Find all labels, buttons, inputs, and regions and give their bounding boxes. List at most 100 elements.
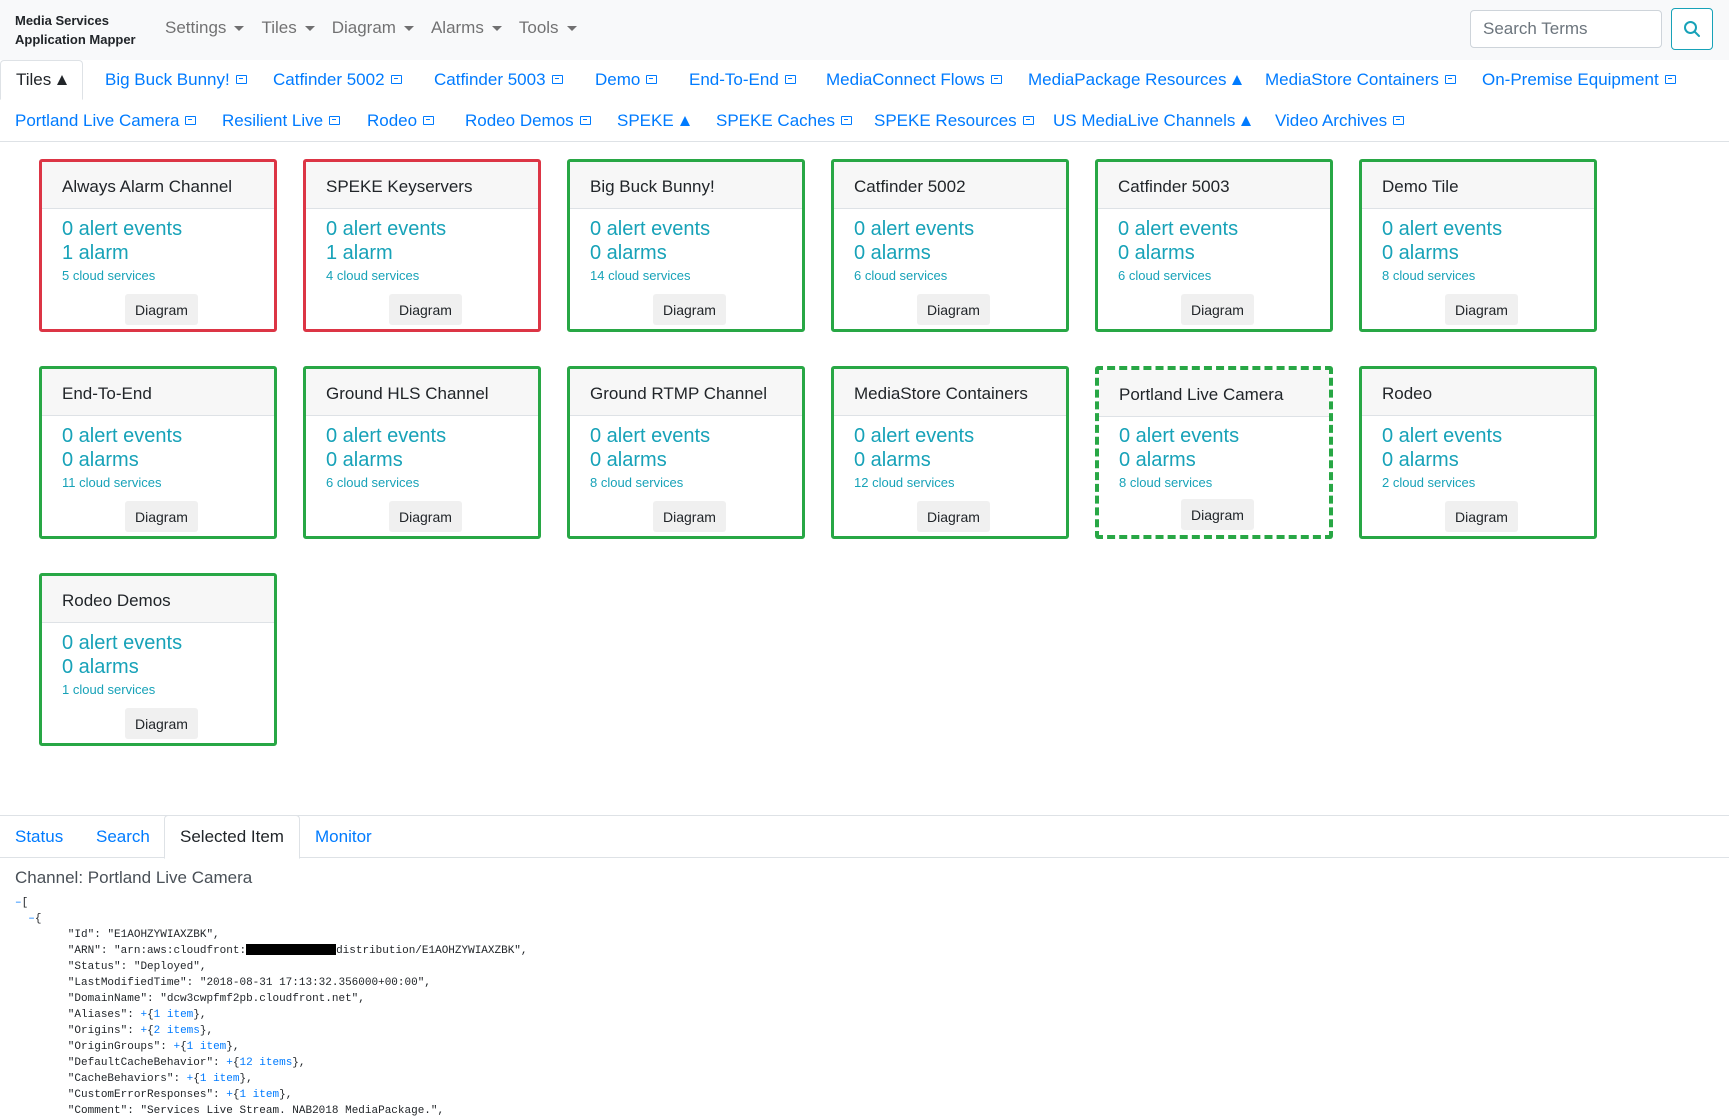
tab-catfinder-5002[interactable]: Catfinder 5002 [273,60,402,100]
json-value: "arn:aws:cloudfront: [114,945,247,957]
tile-catfinder-5002[interactable]: Catfinder 5002 0 alert events 0 alarms 6… [831,159,1069,332]
expand-toggle[interactable]: + [140,1025,147,1037]
tab-speke[interactable]: SPEKE [617,101,690,141]
tab-mediapackage-resources[interactable]: MediaPackage Resources [1028,60,1243,100]
diagram-button[interactable]: Diagram [653,501,726,532]
tab-rodeo-demos[interactable]: Rodeo Demos [465,101,591,141]
search-button[interactable] [1671,8,1713,50]
collapsed-count[interactable]: 12 items [239,1057,292,1069]
tab-label: Rodeo [367,111,418,130]
tab-rodeo[interactable]: Rodeo [367,101,435,141]
tab-demo[interactable]: Demo [595,60,658,100]
tile-alarms: 0 alarms [62,449,139,471]
menu-tiles[interactable]: Tiles [261,18,315,38]
diagram-icon [235,74,247,84]
tab-video-archives[interactable]: Video Archives [1275,101,1405,141]
tile-rodeo-demos[interactable]: Rodeo Demos 0 alert events 0 alarms 1 cl… [39,573,277,746]
tab-resilient-live[interactable]: Resilient Live [222,101,341,141]
collapsed-count[interactable]: 1 item [239,1089,279,1101]
diagram-button[interactable]: Diagram [1181,294,1254,325]
tile-mediastore-containers[interactable]: MediaStore Containers 0 alert events 0 a… [831,366,1069,539]
expand-toggle[interactable]: + [140,1009,147,1021]
json-key: DefaultCacheBehavior [74,1057,207,1069]
json-key: CacheBehaviors [74,1073,167,1085]
tab-mediastore-containers[interactable]: MediaStore Containers [1265,60,1456,100]
tab-label: SPEKE Resources [874,111,1017,130]
tile-title: Always Alarm Channel [42,162,274,209]
menu-alarms[interactable]: Alarms [431,18,502,38]
diagram-button[interactable]: Diagram [389,501,462,532]
tile-always-alarm-channel[interactable]: Always Alarm Channel 0 alert events 1 al… [39,159,277,332]
diagram-button[interactable]: Diagram [125,708,198,739]
tab-big-buck-bunny[interactable]: Big Buck Bunny! [105,60,247,100]
menu-label: Diagram [331,18,396,37]
tile-ground-rtmp-channel[interactable]: Ground RTMP Channel 0 alert events 0 ala… [567,366,805,539]
tab-portland-live-camera[interactable]: Portland Live Camera [15,101,197,141]
tile-alert-events: 0 alert events [326,218,447,240]
tile-alarms: 0 alarms [62,656,139,678]
diagram-icon [390,74,402,84]
tab-us-medialive-channels[interactable]: US MediaLive Channels [1053,101,1252,141]
tile-cloud-services: 11 cloud services [62,475,162,490]
diagram-button[interactable]: Diagram [653,294,726,325]
diagram-button[interactable]: Diagram [1181,499,1254,530]
chevron-down-icon [566,25,577,31]
json-value: "E1AOHZYWIAXZBK", [107,929,220,941]
menu-tools[interactable]: Tools [519,18,577,38]
collapse-toggle[interactable]: – [28,913,35,925]
tile-portland-live-camera[interactable]: Portland Live Camera 0 alert events 0 al… [1095,366,1333,539]
collapsed-count[interactable]: 1 item [154,1009,194,1021]
tab-status[interactable]: Status [15,816,63,858]
tile-title: Demo Tile [1362,162,1594,209]
tab-speke-resources[interactable]: SPEKE Resources [874,101,1034,141]
diagram-button[interactable]: Diagram [125,294,198,325]
tab-on-premise-equipment[interactable]: On-Premise Equipment [1482,60,1676,100]
collapsed-count[interactable]: 2 items [154,1025,200,1037]
expand-toggle[interactable]: + [226,1057,233,1069]
menu-settings[interactable]: Settings [165,18,245,38]
tab-search[interactable]: Search [96,816,150,858]
diagram-button[interactable]: Diagram [1445,294,1518,325]
warning-triangle-icon [679,116,690,126]
app-brand[interactable]: Media Services Application Mapper [15,11,155,49]
diagram-button[interactable]: Diagram [1445,501,1518,532]
tile-end-to-end[interactable]: End-To-End 0 alert events 0 alarms 11 cl… [39,366,277,539]
warning-triangle-icon [1232,75,1243,85]
tab-selected-item[interactable]: Selected Item [164,815,300,859]
tile-ground-hls-channel[interactable]: Ground HLS Channel 0 alert events 0 alar… [303,366,541,539]
collapse-toggle[interactable]: – [15,897,22,909]
search-input[interactable] [1470,10,1662,48]
tile-speke-keyservers[interactable]: SPEKE Keyservers 0 alert events 1 alarm … [303,159,541,332]
tile-catfinder-5003[interactable]: Catfinder 5003 0 alert events 0 alarms 6… [1095,159,1333,332]
tab-label: Video Archives [1275,111,1388,130]
tab-speke-caches[interactable]: SPEKE Caches [716,101,853,141]
tile-title: End-To-End [42,369,274,416]
diagram-button[interactable]: Diagram [125,501,198,532]
diagram-button[interactable]: Diagram [389,294,462,325]
expand-toggle[interactable]: + [173,1041,180,1053]
tile-title: Catfinder 5002 [834,162,1066,209]
menu-diagram[interactable]: Diagram [332,18,414,38]
tile-cloud-services: 12 cloud services [854,475,955,490]
tab-monitor[interactable]: Monitor [315,816,372,858]
tile-rodeo[interactable]: Rodeo 0 alert events 0 alarms 2 cloud se… [1359,366,1597,539]
expand-toggle[interactable]: + [187,1073,194,1085]
tab-tiles[interactable]: Tiles [0,60,84,100]
tile-title: Big Buck Bunny! [570,162,802,209]
tile-alert-events: 0 alert events [62,632,183,654]
tab-mediaconnect-flows[interactable]: MediaConnect Flows [826,60,1002,100]
diagram-icon [1022,115,1034,125]
collapsed-count[interactable]: 1 item [200,1073,240,1085]
navbar: Media Services Application Mapper Settin… [0,0,1729,60]
tile-alert-events: 0 alert events [854,425,975,447]
tab-end-to-end[interactable]: End-To-End [689,60,796,100]
diagram-button[interactable]: Diagram [917,294,990,325]
tile-alarms: 0 alarms [590,242,667,264]
diagram-icon [646,74,658,84]
tile-demo-tile[interactable]: Demo Tile 0 alert events 0 alarms 8 clou… [1359,159,1597,332]
tile-big-buck-bunny[interactable]: Big Buck Bunny! 0 alert events 0 alarms … [567,159,805,332]
expand-toggle[interactable]: + [226,1089,233,1101]
tab-catfinder-5003[interactable]: Catfinder 5003 [434,60,563,100]
collapsed-count[interactable]: 1 item [187,1041,227,1053]
diagram-button[interactable]: Diagram [917,501,990,532]
